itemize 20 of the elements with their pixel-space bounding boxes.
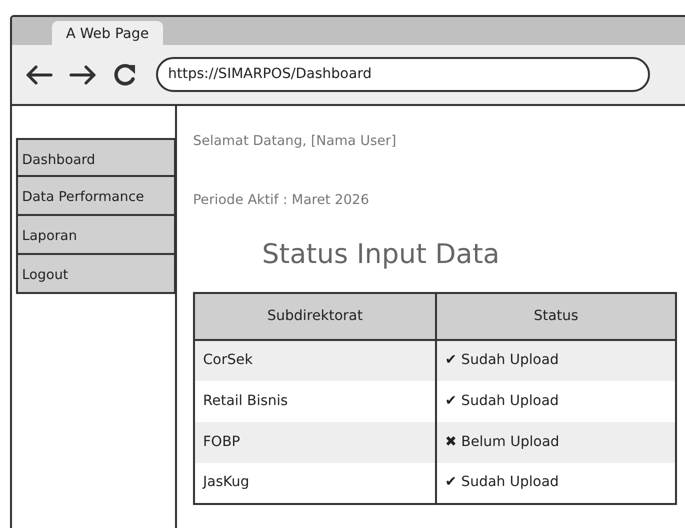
table-cell: ✔ Sudah Upload	[436, 462, 676, 504]
column-header: Subdirektorat	[194, 292, 436, 340]
forward-icon[interactable]	[68, 62, 98, 86]
section-heading: Status Input Data	[262, 238, 500, 272]
menu-item[interactable]: Laporan	[16, 216, 176, 255]
back-icon[interactable]	[24, 62, 54, 86]
table-cell: CorSek	[194, 340, 436, 380]
table-cell: ✖ Belum Upload	[436, 422, 676, 462]
table-cell: JasKug	[194, 462, 436, 504]
table-cell: FOBP	[194, 422, 436, 462]
greeting-text: Selamat Datang, [Nama User]	[193, 132, 396, 151]
table-cell: ✔ Sudah Upload	[436, 340, 676, 380]
reload-icon[interactable]	[112, 62, 138, 88]
menu-item[interactable]: Data Performance	[16, 177, 176, 216]
address-field[interactable]: https://SIMARPOS/Dashboard	[156, 57, 650, 92]
period-text: Periode Aktif : Maret 2026	[193, 191, 370, 210]
menu-item[interactable]: Logout	[16, 255, 176, 294]
column-header: Status	[436, 292, 676, 340]
browser-tab[interactable]: A Web Page	[52, 21, 163, 45]
menu-item[interactable]: Dashboard	[16, 138, 176, 177]
